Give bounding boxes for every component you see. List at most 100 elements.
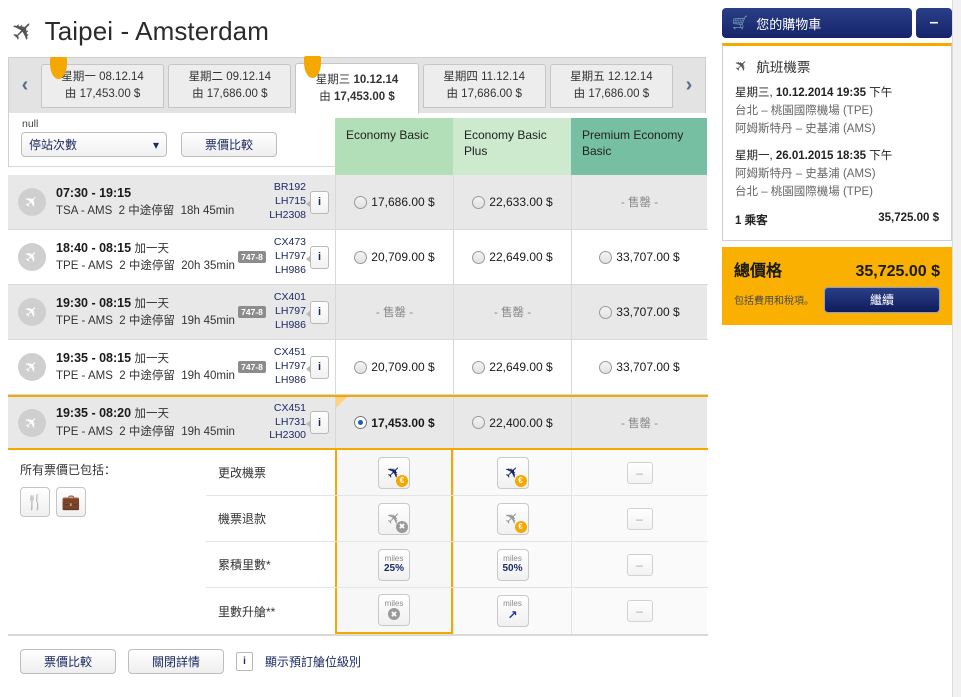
cart-minimize-button[interactable]: – [916,8,952,38]
fare-cell: - 售罄 - [335,285,453,339]
sold-out-label: - 售罄 - [620,197,659,209]
flight-number: LH986 [275,263,306,276]
fare-cell[interactable]: 20,709.00 $ [335,340,453,394]
fare-price: 22,400.00 $ [489,415,553,430]
page-scrollbar[interactable] [952,0,961,697]
fare-price: 17,453.00 $ [371,415,435,430]
fare-radio[interactable] [354,360,368,374]
fare-radio[interactable] [599,250,613,264]
airplane-icon-row: ✈ [18,188,46,216]
fare-radio[interactable] [472,195,486,209]
feature-row: 機票退款 ✈ ✖ ✈ € – [206,496,708,542]
total-label: 總價格 [734,262,783,280]
date-tab-price: 由 17,453.00 $ [319,90,395,103]
cart-header: 🛒 您的購物車 – [722,8,952,38]
fare-cell[interactable]: 17,686.00 $ [335,175,453,229]
fare-cell[interactable]: 17,453.00 $ [335,397,453,448]
fare-cell[interactable]: 20,709.00 $ [335,230,453,284]
date-tab-3[interactable]: 星期三 10.12.14 由 17,453.00 $ [295,56,419,114]
feature-cell: ✈ € [453,450,571,495]
feature-label: 里數升艙** [206,588,335,634]
fare-radio[interactable] [472,416,486,429]
fare-cell[interactable]: 33,707.00 $ [571,230,707,284]
feature-label: 更改機票 [206,450,335,495]
change-ticket-fee-icon: ✈ € [496,502,529,535]
flight-times: 18:40 - 08:15 加一天 [56,240,170,255]
flight-route: TPE - AMS 2 中途停留 19h 40min [56,370,235,382]
fare-price: 17,686.00 $ [371,195,435,209]
fare-radio[interactable] [472,360,486,374]
airplane-icon-row: ✈ [18,298,46,326]
feature-cell: miles ✖ [335,588,453,634]
fare-radio[interactable] [354,195,368,209]
flight-numbers: CX451 LH731 LH2300 [269,402,306,444]
not-available-icon: – [626,507,653,530]
flight-info-button[interactable]: i [306,245,329,269]
flight-times: 19:35 - 08:15 加一天 [56,350,170,365]
fare-cell: - 售罄 - [571,175,707,229]
date-tab-4[interactable]: 星期四 11.12.14 由 17,686.00 $ [422,64,546,108]
fare-radio[interactable] [472,250,486,264]
next-dates-arrow[interactable]: › [675,58,703,112]
date-tab-1[interactable]: 星期一 08.12.14 由 17,453.00 $ [41,57,165,108]
date-tab-price: 由 17,686.00 $ [446,88,522,100]
cart-leg-ampm: 下午 [866,150,893,163]
includes-icons: 🍴 💼 [20,487,206,517]
fare-cell[interactable]: 22,400.00 $ [453,397,571,448]
cart-leg-datetime: 26.01.2015 18:35 [775,150,867,163]
feature-row: 里數升艙** miles ✖ miles ↗ – [206,588,708,634]
plus-one-day-label: 加一天 [134,352,170,365]
flight-route: TPE - AMS 2 中途停留 19h 45min [56,315,235,327]
fare-radio[interactable] [354,250,368,264]
fare-radio[interactable] [599,305,613,319]
flight-info-button[interactable]: i [306,411,329,434]
cart-leg-from: 阿姆斯特丹 – 史基浦 (AMS) [735,168,876,181]
flight-info: ✈ 19:35 - 08:15 加一天 TPE - AMS 2 中途停留 19h 4… [8,340,335,394]
fare-price: 20,709.00 $ [371,250,435,264]
flight-number: LH986 [275,318,306,331]
fare-cell[interactable]: 33,707.00 $ [571,285,707,339]
cart-leg-to: 台北 – 桃園國際機場 (TPE) [735,186,874,199]
feature-cell: – [571,588,707,634]
cart-total-block: 總價格 35,725.00 $ 包括費用和稅項。 繼續 [722,246,952,325]
fare-cell[interactable]: 22,649.00 $ [453,340,571,394]
feature-cell: miles 25% [335,542,453,587]
continue-button[interactable]: 繼續 [824,286,940,313]
fare-price: 33,707.00 $ [616,305,680,319]
flight-info-button[interactable]: i [306,355,329,379]
miles-accrual-icon: miles 25% [378,548,410,581]
flight-number: CX451 [273,346,306,359]
fare-grid: Economy Basic Economy Basic Plus Premium… [8,118,708,687]
date-tab-2[interactable]: 星期二 09.12.14 由 17,686.00 $ [168,64,292,108]
compare-fares-button-bottom[interactable]: 票價比較 [20,649,116,674]
prev-dates-arrow[interactable]: ‹ [11,58,39,112]
flight-number: LH731 [275,415,306,428]
fare-cell[interactable]: 33,707.00 $ [571,340,707,394]
fare-cell[interactable]: 22,649.00 $ [453,230,571,284]
date-tab-strip: ‹ 星期一 08.12.14 由 17,453.00 $ 星期二 09.12.14 由… [8,56,706,114]
flight-times: 19:35 - 08:20 加一天 [56,406,170,421]
fare-radio[interactable] [599,360,613,374]
flight-number: CX401 [273,291,306,304]
cabin-header-spacer [8,118,335,175]
fare-features: 所有票價已包括： 🍴 💼 更改機票 ✈ € ✈ € – 機票退款 ✈ ✖ ✈ € – 累積里數* mile… [8,450,708,635]
no-refund-icon: ✈ ✖ [378,502,410,535]
flight-info: ✈ 19:30 - 08:15 加一天 TPE - AMS 2 中途停留 19h 4… [8,285,335,339]
date-tab-day: 星期二 09.12.14 [188,71,272,84]
flight-info-button[interactable]: i [306,300,329,324]
feature-cell: miles 50% [453,542,571,587]
date-tab-5[interactable]: 星期五 12.12.14 由 17,686.00 $ [549,64,674,108]
cart-leg-date: 星期三, 10.12.2014 19:35 下午 [735,85,939,103]
flight-row: ✈ 19:30 - 08:15 加一天 TPE - AMS 2 中途停留 19h 4… [8,285,708,340]
fare-radio[interactable] [354,416,368,429]
info-icon[interactable]: i [236,652,253,671]
feature-cell: ✈ ✖ [335,496,453,541]
close-details-button[interactable]: 關閉詳情 [128,649,224,674]
cart-passenger-row: 1 乘客 35,725.00 $ [735,212,939,228]
fare-cell[interactable]: 22,633.00 $ [453,175,571,229]
flight-info-button[interactable]: i [306,190,329,214]
booking-class-link[interactable]: 顯示預訂艙位級別 [265,653,361,670]
feature-cell: – [571,450,707,495]
airplane-icon-cart: ✈ [731,55,753,78]
cart-title-bar[interactable]: 🛒 您的購物車 [722,8,912,38]
